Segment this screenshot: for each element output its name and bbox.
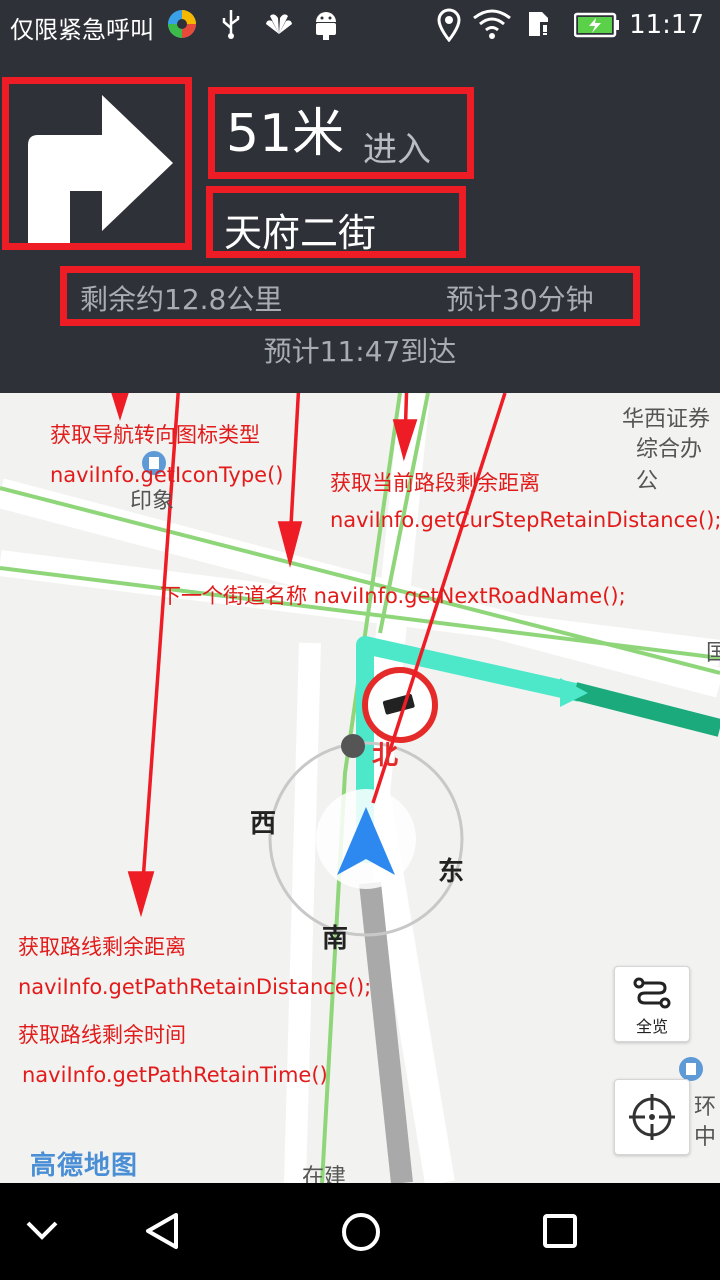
system-nav-bar: [0, 1183, 720, 1280]
annotation-cur-step-title: 获取当前路段剩余距离: [330, 471, 540, 495]
road-label: 在建: [302, 1165, 347, 1183]
annotation-next-road: 下一个街道名称 naviInfo.getNextRoadName();: [160, 584, 626, 608]
crosshair-icon: [629, 1094, 675, 1140]
usb-icon: [222, 10, 240, 39]
navigation-panel: 51米 进入 天府二街 剩余约12.8公里 预计30分钟 预计11:47到达: [0, 50, 720, 393]
annotation-path-time-code: naviInfo.getPathRetainTime(): [22, 1063, 328, 1087]
sim-icon: [529, 12, 550, 36]
home-circle-icon[interactable]: [340, 1211, 382, 1253]
annotation-icon-type-title: 获取导航转向图标类型: [50, 423, 260, 447]
distance-highlight-box: [208, 87, 474, 179]
overview-label: 全览: [635, 1017, 668, 1036]
arrival-time: 预计11:47到达: [263, 335, 457, 368]
annotation-path-time-title: 获取路线剩余时间: [18, 1023, 186, 1047]
road-label: 国: [706, 641, 720, 666]
poi-label: 中: [694, 1125, 717, 1150]
recent-square-icon[interactable]: [542, 1213, 578, 1249]
compass-west: 西: [250, 809, 277, 839]
poi-label: 印象: [130, 489, 175, 514]
locate-button[interactable]: [614, 1079, 690, 1155]
poi-label: 综合办公: [636, 437, 703, 494]
android-icon: [316, 12, 336, 40]
huawei-icon: [266, 14, 292, 34]
annotation-path-distance-title: 获取路线剩余距离: [18, 935, 186, 959]
chevron-down-icon[interactable]: [24, 1217, 60, 1243]
location-icon: [437, 8, 461, 42]
amap-logo: 高德地图: [30, 1151, 139, 1181]
carrier-text: 仅限紧急呼叫: [10, 16, 154, 44]
compass-south: 南: [322, 924, 349, 954]
map-view[interactable]: 华西证券 综合办公 印象 国 环 中 在建 北 西 东 南 获取导航转向图标类型…: [0, 393, 720, 1183]
compass-east: 东: [438, 857, 465, 887]
wifi-icon: [473, 9, 511, 39]
annotation-icon-type-code: naviInfo.getIconType(): [50, 463, 284, 487]
clock: 11:17: [629, 10, 704, 40]
battery-charging-icon: [574, 12, 619, 38]
compass-north: 北: [372, 741, 399, 771]
app-icon: [168, 10, 196, 38]
route-overview-icon: [633, 977, 671, 1009]
annotation-cur-step-code: naviInfo.getCurStepRetainDistance();: [330, 508, 720, 532]
poi-label: 华西证券: [622, 407, 711, 432]
icon-highlight-box: [2, 77, 192, 250]
overview-button[interactable]: 全览: [614, 966, 690, 1042]
remaining-highlight-box: [60, 266, 640, 326]
status-bar: 仅限紧急呼叫 11:17: [0, 0, 720, 50]
annotation-path-distance-code: naviInfo.getPathRetainDistance();: [18, 975, 372, 999]
road-highlight-box: [206, 186, 466, 258]
poi-label: 环: [694, 1095, 717, 1120]
back-triangle-icon[interactable]: [142, 1211, 182, 1251]
